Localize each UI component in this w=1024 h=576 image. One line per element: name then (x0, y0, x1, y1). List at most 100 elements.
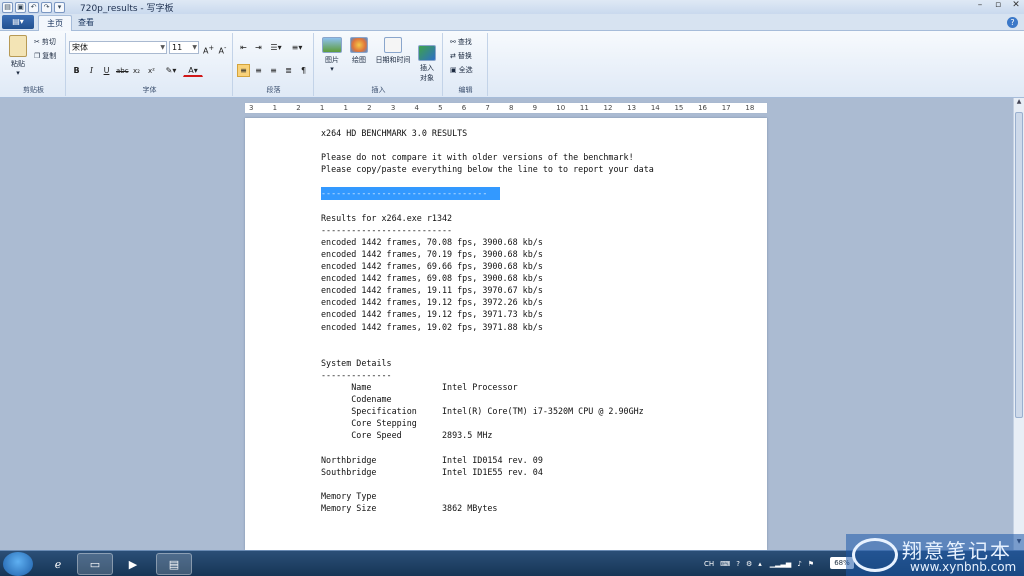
replace-button[interactable]: ⇄ 替换 (450, 51, 472, 61)
scroll-up-icon[interactable]: ▲ (1014, 98, 1024, 110)
paragraph-settings-button[interactable]: ¶ (297, 64, 310, 77)
font-size-select[interactable]: 11 ▼ (169, 41, 199, 54)
grow-font-button[interactable]: A+ (202, 41, 215, 56)
document-line[interactable]: Memory Type (321, 490, 654, 502)
line-spacing-button[interactable]: ≡▾ (288, 41, 306, 54)
expand-tray-icon[interactable]: ▴ (758, 560, 762, 568)
keyboard-icon[interactable]: ⌨ (720, 560, 730, 568)
taskbar-ie[interactable]: ℯ (40, 553, 76, 575)
file-menu-button[interactable]: ▤▾ (2, 15, 34, 29)
close-button[interactable]: ✕ (1010, 0, 1022, 10)
datetime-button[interactable]: 日期和时间 (373, 37, 413, 65)
document-text[interactable]: x264 HD BENCHMARK 3.0 RESULTS Please do n… (321, 127, 654, 526)
document-page[interactable]: x264 HD BENCHMARK 3.0 RESULTS Please do n… (245, 118, 767, 550)
document-line[interactable] (321, 514, 654, 526)
document-line[interactable] (321, 345, 654, 357)
subscript-button[interactable]: x₂ (130, 64, 143, 77)
paste-dropdown-icon: ▾ (16, 69, 20, 77)
bullets-button[interactable]: ☰▾ (267, 41, 285, 54)
document-line[interactable]: Northbridge Intel ID0154 rev. 09 (321, 454, 654, 466)
align-center-button[interactable]: ≡ (252, 64, 265, 77)
flag-icon[interactable]: ⚑ (808, 560, 814, 568)
highlight-button[interactable]: ✎▾ (162, 64, 180, 77)
document-line[interactable]: encoded 1442 frames, 19.12 fps, 3972.26 … (321, 296, 654, 308)
document-line[interactable]: x264 HD BENCHMARK 3.0 RESULTS (321, 127, 654, 139)
document-line[interactable] (321, 333, 654, 345)
picture-label: 图片 (325, 56, 339, 64)
ruler[interactable]: 3 1 2 1 1 2 3 4 5 6 7 8 9 10 11 12 13 14 15 16 17 18 (244, 102, 768, 114)
taskbar-wordpad[interactable]: ▤ (156, 553, 192, 575)
undo-icon[interactable]: ↶ (28, 1, 39, 13)
superscript-button[interactable]: x² (145, 64, 158, 77)
document-line[interactable]: Core Stepping (321, 417, 654, 429)
help-icon[interactable]: ? (1007, 17, 1018, 28)
document-line[interactable]: Please copy/paste everything below the l… (321, 163, 654, 175)
document-line[interactable] (321, 478, 654, 490)
document-line[interactable]: Core Speed 2893.5 MHz (321, 429, 654, 441)
document-line[interactable]: encoded 1442 frames, 19.12 fps, 3971.73 … (321, 308, 654, 320)
vertical-scrollbar[interactable]: ▲ ▼ (1013, 98, 1024, 550)
paint-button[interactable]: 绘图 (347, 37, 371, 65)
language-indicator[interactable]: CH (704, 560, 714, 568)
align-left-button[interactable]: ≡ (237, 64, 250, 77)
selected-separator-line[interactable]: --------------------------------- (321, 187, 500, 200)
document-line[interactable]: encoded 1442 frames, 70.08 fps, 3900.68 … (321, 236, 654, 248)
document-line[interactable] (321, 175, 654, 187)
document-line[interactable]: -------------- (321, 369, 654, 381)
save-icon[interactable]: ▣ (15, 1, 26, 13)
tab-home[interactable]: 主页 (38, 15, 72, 31)
find-button[interactable]: ⚯ 查找 (450, 37, 472, 47)
document-line[interactable]: Name Intel Processor (321, 381, 654, 393)
network-icon[interactable]: ▁▂▃▅ (770, 560, 792, 568)
underline-button[interactable]: U (100, 64, 113, 77)
bold-button[interactable]: B (70, 64, 83, 77)
italic-button[interactable]: I (85, 64, 98, 77)
font-color-button[interactable]: A▾ (183, 64, 203, 77)
document-line[interactable]: encoded 1442 frames, 69.66 fps, 3900.68 … (321, 260, 654, 272)
help-tray-icon[interactable]: ? (736, 560, 740, 568)
document-line[interactable]: Please do not compare it with older vers… (321, 151, 654, 163)
align-right-button[interactable]: ≡ (267, 64, 280, 77)
start-button[interactable] (3, 552, 33, 576)
taskbar-explorer[interactable]: ▭ (77, 553, 113, 575)
increase-indent-button[interactable]: ⇥ (252, 41, 265, 54)
document-line[interactable]: Codename (321, 393, 654, 405)
insert-object-button[interactable]: 插入 对象 (415, 37, 439, 91)
document-line[interactable]: encoded 1442 frames, 19.02 fps, 3971.88 … (321, 321, 654, 333)
picture-button[interactable]: 图片 ▾ (319, 37, 345, 73)
document-line[interactable] (321, 139, 654, 151)
document-line[interactable]: System Details (321, 357, 654, 369)
maximize-button[interactable]: ▫ (992, 0, 1004, 10)
scrollbar-thumb[interactable] (1015, 112, 1023, 418)
redo-icon[interactable]: ↷ (41, 1, 52, 13)
select-all-button[interactable]: ▣ 全选 (450, 65, 473, 75)
document-line[interactable] (321, 441, 654, 453)
document-line[interactable]: Memory Size 3862 MBytes (321, 502, 654, 514)
document-line[interactable]: Results for x264.exe r1342 (321, 212, 654, 224)
strikethrough-button[interactable]: abc (115, 64, 129, 77)
shrink-font-button[interactable]: A- (216, 41, 229, 56)
document-line[interactable]: -------------------------- (321, 224, 654, 236)
cut-button[interactable]: ✂ 剪切 (34, 37, 56, 47)
document-line[interactable]: encoded 1442 frames, 69.08 fps, 3900.68 … (321, 272, 654, 284)
decrease-indent-button[interactable]: ⇤ (237, 41, 250, 54)
ruler-tick: 1 (343, 104, 348, 112)
customize-icon[interactable]: ▾ (54, 1, 65, 13)
document-line[interactable] (321, 200, 654, 212)
document-line[interactable]: encoded 1442 frames, 19.11 fps, 3970.67 … (321, 284, 654, 296)
paste-button[interactable]: 粘贴 ▾ (6, 35, 30, 77)
settings-icon[interactable]: ⚙ (746, 560, 752, 568)
document-line[interactable]: encoded 1442 frames, 70.19 fps, 3900.68 … (321, 248, 654, 260)
document-line[interactable]: Southbridge Intel ID1E55 rev. 04 (321, 466, 654, 478)
volume-icon[interactable]: ♪ (797, 560, 801, 568)
document-line[interactable]: --------------------------------- (321, 187, 654, 200)
tab-view[interactable]: 查看 (70, 15, 102, 31)
document-line[interactable]: Specification Intel(R) Core(TM) i7-3520M… (321, 405, 654, 417)
copy-button[interactable]: ❐ 复制 (34, 51, 56, 61)
taskbar-media-player[interactable]: ▶ (115, 553, 151, 575)
justify-button[interactable]: ≣ (282, 64, 295, 77)
minimize-button[interactable]: – (974, 0, 986, 10)
clipboard-group-label: 剪贴板 (23, 86, 44, 94)
app-icon[interactable]: ▤ (2, 1, 13, 13)
font-family-select[interactable]: 宋体 ▼ (69, 41, 167, 54)
